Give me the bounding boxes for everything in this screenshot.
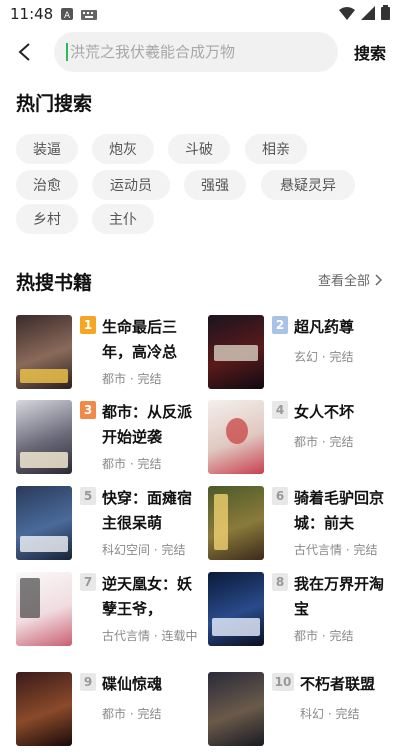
tag-item[interactable]: 炮灰 (92, 134, 154, 164)
book-meta: 玄幻 · 完结 (294, 350, 354, 364)
search-bar-row: 搜索 (0, 30, 400, 74)
book-cover (208, 400, 264, 474)
book-cover (16, 400, 72, 474)
book-title: 不朽者联盟 (300, 675, 376, 693)
tag-item[interactable]: 相亲 (245, 134, 307, 164)
view-all-label: 查看全部 (317, 274, 370, 289)
tag-item[interactable]: 装逼 (16, 134, 78, 164)
wifi-icon (339, 5, 355, 24)
battery-icon (381, 4, 390, 24)
book-meta: 都市 · 完结 (102, 372, 162, 386)
book-meta: 古代言情 · 连载中 (102, 629, 198, 643)
book-item[interactable]: 7 逆天凰女：妖孽王爷， 古代言情 · 连载中 (16, 572, 202, 656)
status-bar: 11:48 A (0, 0, 400, 28)
book-title: 超凡药尊 (294, 318, 355, 336)
book-cover (16, 572, 72, 646)
view-all-link[interactable]: 查看全部 (318, 270, 384, 289)
rank-badge: 2 (272, 316, 288, 334)
back-arrow-icon (18, 43, 30, 61)
book-title: 逆天凰女：妖孽王爷， (102, 575, 193, 618)
book-meta: 古代言情 · 完结 (294, 543, 378, 557)
rank-badge: 4 (272, 401, 288, 419)
search-box[interactable] (54, 32, 338, 72)
book-cover (208, 486, 264, 560)
book-title: 碟仙惊魂 (102, 675, 163, 693)
notification-a-icon: A (61, 5, 74, 24)
book-title: 生命最后三年，高冷总 (102, 318, 178, 361)
book-title: 我在万界开淘宝 (294, 575, 385, 618)
book-item[interactable]: 4 女人不坏 都市 · 完结 (208, 400, 394, 484)
rank-badge: 7 (80, 573, 96, 591)
book-cover (208, 572, 264, 646)
rank-badge: 10 (272, 673, 294, 691)
rank-badge: 8 (272, 573, 288, 591)
rank-badge: 6 (272, 487, 288, 505)
keyboard-icon (81, 5, 98, 24)
rank-badge: 5 (80, 487, 96, 505)
book-title: 快穿：面瘫宿主很呆萌 (102, 489, 193, 532)
book-item[interactable]: 10 不朽者联盟 科幻 · 完结 (208, 672, 394, 756)
tag-item[interactable]: 强强 (184, 170, 246, 200)
hot-search-title: 热门搜索 (16, 93, 93, 115)
book-item[interactable]: 8 我在万界开淘宝 都市 · 完结 (208, 572, 394, 656)
book-cover (16, 672, 72, 746)
text-cursor (66, 43, 68, 61)
book-meta: 都市 · 完结 (102, 707, 162, 721)
book-meta: 科幻空间 · 完结 (102, 543, 186, 557)
search-button[interactable]: 搜索 (354, 40, 386, 64)
signal-icon (361, 5, 375, 24)
rank-badge: 3 (80, 401, 96, 419)
book-item[interactable]: 2 超凡药尊 玄幻 · 完结 (208, 315, 394, 399)
book-meta: 都市 · 完结 (294, 629, 354, 643)
book-cover (16, 315, 72, 389)
book-item[interactable]: 9 碟仙惊魂 都市 · 完结 (16, 672, 202, 756)
tag-item[interactable]: 主仆 (92, 204, 154, 234)
book-cover (16, 486, 72, 560)
book-meta: 都市 · 完结 (102, 457, 162, 471)
book-cover (208, 315, 264, 389)
book-item[interactable]: 5 快穿：面瘫宿主很呆萌 科幻空间 · 完结 (16, 486, 202, 570)
rank-badge: 9 (80, 673, 96, 691)
hot-books-title: 热搜书籍 (16, 272, 93, 294)
back-button[interactable] (12, 40, 36, 64)
rank-badge: 1 (80, 316, 96, 334)
tag-item[interactable]: 治愈 (16, 170, 78, 200)
chevron-right-icon (375, 273, 383, 286)
book-title: 女人不坏 (294, 403, 355, 421)
book-item[interactable]: 6 骑着毛驴回京城：前夫 古代言情 · 完结 (208, 486, 394, 570)
tag-item[interactable]: 悬疑灵异 (261, 170, 355, 200)
tag-item[interactable]: 乡村 (16, 204, 78, 234)
tag-item[interactable]: 运动员 (92, 170, 170, 200)
book-meta: 都市 · 完结 (294, 435, 354, 449)
tag-item[interactable]: 斗破 (168, 134, 230, 164)
book-meta: 科幻 · 完结 (300, 707, 360, 721)
svg-text:A: A (64, 11, 71, 20)
status-time: 11:48 (10, 5, 54, 23)
search-input[interactable] (70, 43, 310, 61)
book-item[interactable]: 3 都市：从反派开始逆袭 都市 · 完结 (16, 400, 202, 484)
book-item[interactable]: 1 生命最后三年，高冷总 都市 · 完结 (16, 315, 202, 399)
book-title: 都市：从反派开始逆袭 (102, 403, 193, 446)
book-cover (208, 672, 264, 746)
book-title: 骑着毛驴回京城：前夫 (294, 489, 385, 532)
